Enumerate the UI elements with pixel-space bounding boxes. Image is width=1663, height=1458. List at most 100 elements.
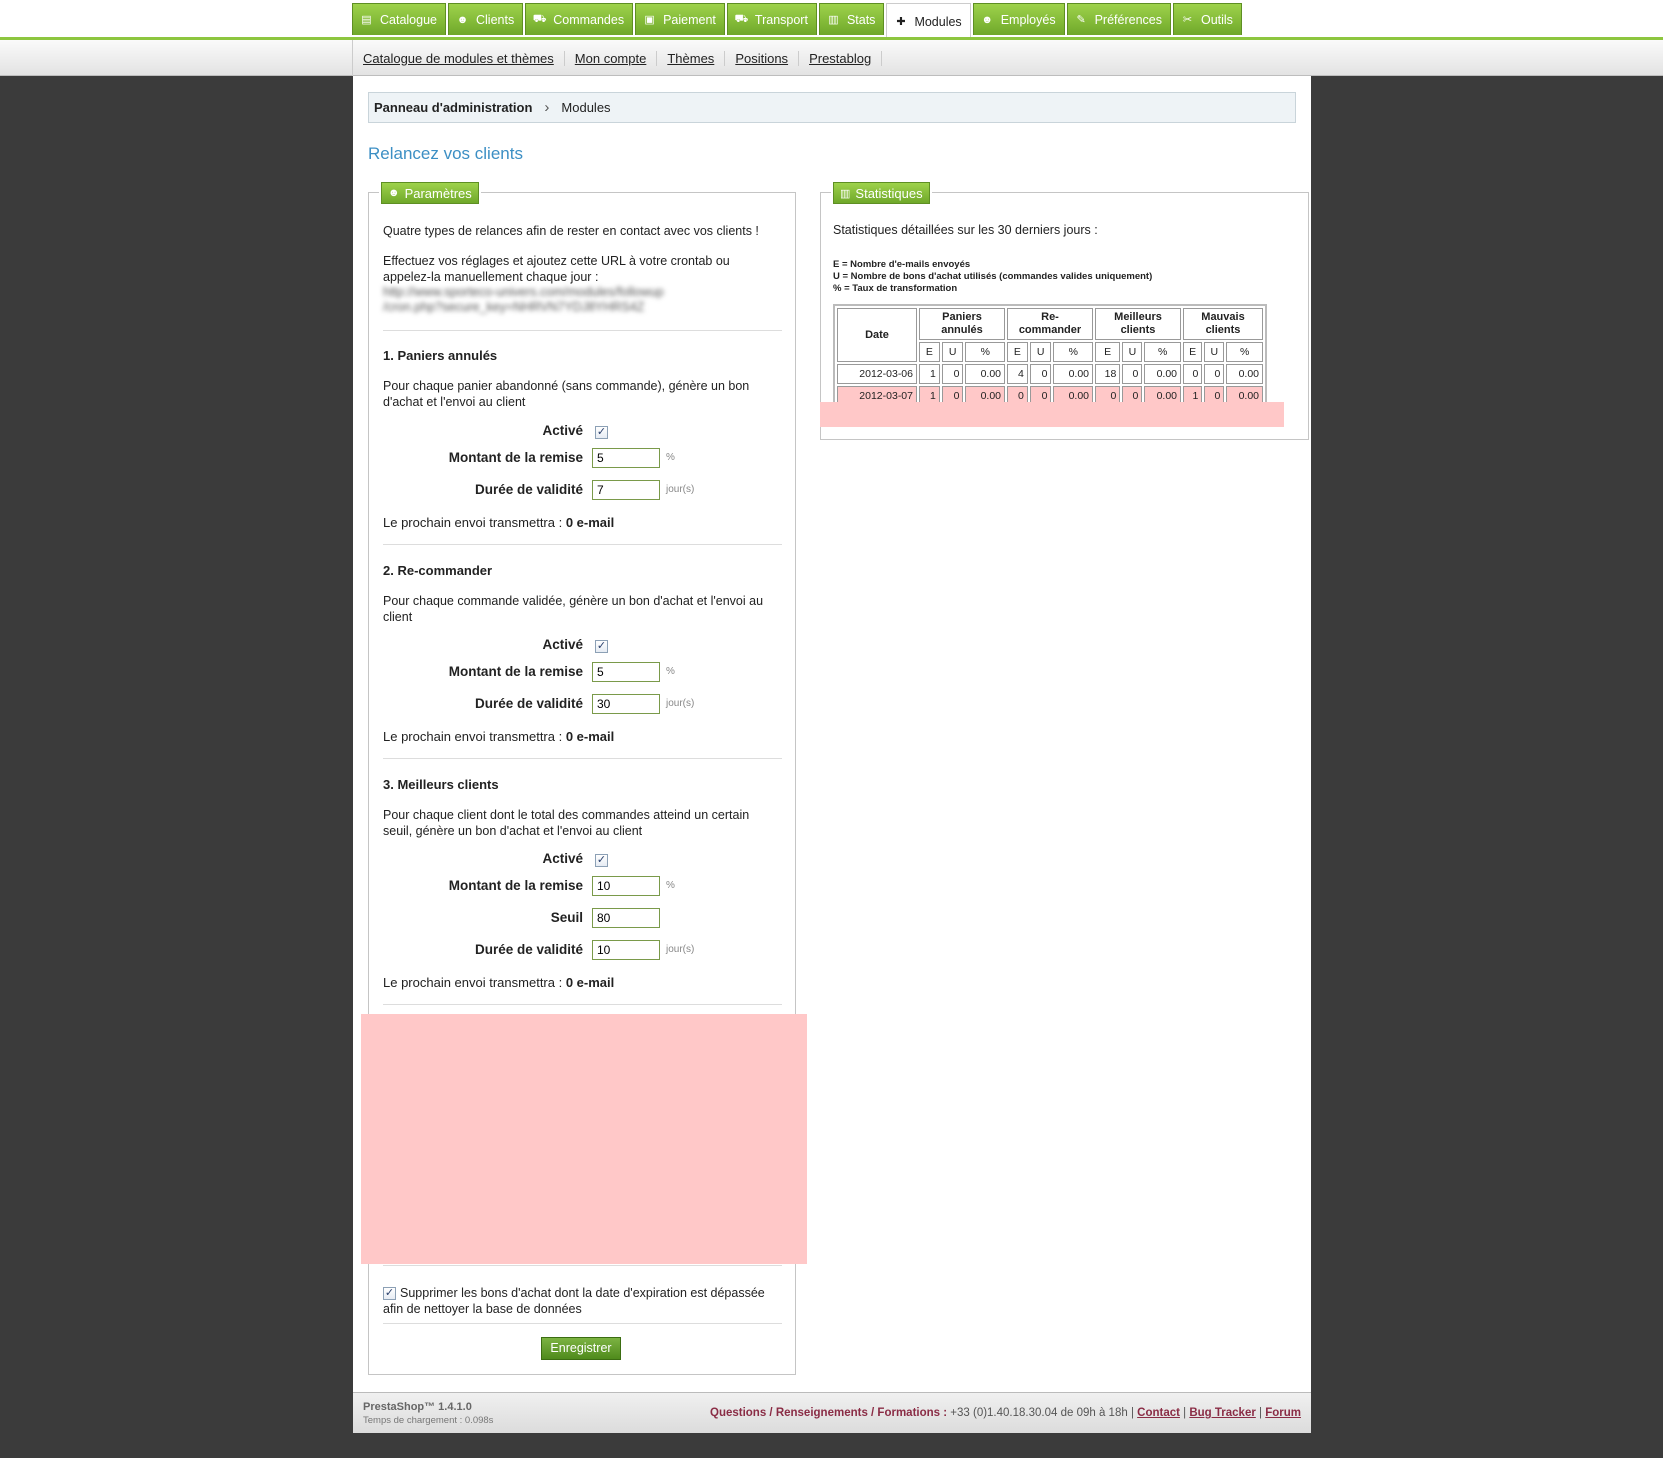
sublink-4[interactable]: Prestablog — [799, 50, 883, 66]
statistics-intro: Statistiques détaillées sur les 30 derni… — [833, 223, 1098, 237]
active-checkbox-s2[interactable]: ✓ — [595, 640, 608, 653]
tab-label: Préférences — [1094, 12, 1162, 27]
divider — [383, 544, 782, 545]
footer-link-contact[interactable]: Contact — [1137, 1407, 1180, 1419]
tab-clients[interactable]: ☻ Clients — [448, 3, 524, 35]
parameters-legend: ☻ Paramètres — [381, 182, 479, 204]
sub-header: % — [1053, 342, 1093, 362]
section-desc-s2: Pour chaque commande validée, génère un … — [383, 594, 764, 624]
next-send-s1: Le prochain envoi transmettra : 0 e-mail — [383, 515, 614, 530]
group-header: Mauvais clients — [1183, 308, 1263, 340]
divider — [383, 330, 782, 331]
parameters-legend-label: Paramètres — [404, 185, 472, 201]
next-send-count: 0 e-mail — [565, 975, 615, 990]
validity-s2-input[interactable] — [592, 694, 660, 714]
breadcrumb-root[interactable]: Panneau d'administration — [374, 100, 532, 115]
validity-s1-input[interactable] — [592, 480, 660, 500]
table-cell: 0 — [1029, 364, 1052, 384]
table-cell: 0 — [1183, 364, 1203, 384]
active-checkbox-s1[interactable]: ✓ — [595, 426, 608, 439]
amount-s2-unit: % — [666, 666, 675, 677]
active-label-s1: Activé — [542, 423, 583, 438]
puzzle-icon: ✚ — [896, 16, 906, 28]
cleanup-label: Supprimer les bons d'achat dont la date … — [383, 1286, 765, 1316]
sub-header: E — [1095, 342, 1121, 362]
tab-label: Catalogue — [380, 12, 437, 27]
tab-label: Clients — [476, 12, 515, 27]
tab-commandes[interactable]: ⛟ Commandes — [525, 3, 634, 35]
group-header: Re-commander — [1007, 308, 1093, 340]
threshold-s3-input[interactable] — [592, 908, 660, 928]
highlight-section-annotation — [361, 1014, 807, 1264]
tab-stats[interactable]: ▥ Stats — [818, 3, 885, 35]
footer-link-forum[interactable]: Forum — [1265, 1407, 1301, 1419]
table-cell: 0.00 — [1144, 364, 1181, 384]
statistics-legend-label: Statistiques — [855, 185, 923, 201]
validity-s2-unit: jour(s) — [666, 698, 695, 709]
statistics-table: Date Paniers annulés Re-commander Meilleurs… — [833, 304, 1267, 410]
sublink-3[interactable]: Positions — [725, 50, 800, 66]
employee-icon: ☻ — [981, 13, 993, 26]
table-cell: 0 — [1122, 364, 1143, 384]
validity-s3-unit: jour(s) — [666, 944, 695, 955]
footer-hours: de 09h à 18h — [1060, 1407, 1128, 1419]
tab-paiement[interactable]: ▣ Paiement — [635, 3, 725, 35]
sub-header: E — [1183, 342, 1203, 362]
sub-header: U — [1029, 342, 1052, 362]
validity-s3-input[interactable] — [592, 940, 660, 960]
sublink-2[interactable]: Thèmes — [657, 50, 726, 66]
footer-link-bug-tracker[interactable]: Bug Tracker — [1189, 1407, 1255, 1419]
user-settings-icon: ☻ — [388, 187, 400, 199]
amount-s1-input[interactable] — [592, 448, 660, 468]
sub-navigation-links: Catalogue de modules et thèmes Mon compte… — [352, 40, 883, 76]
table-cell: 0 — [941, 364, 964, 384]
tab-label: Outils — [1200, 12, 1233, 27]
date-header: Date — [837, 308, 917, 362]
active-checkbox-s3[interactable]: ✓ — [595, 854, 608, 867]
validity-s1-label: Durée de validité — [474, 482, 583, 497]
footer-questions: Questions / Renseignements / Formations … — [710, 1407, 948, 1419]
next-send-s2: Le prochain envoi transmettra : 0 e-mail — [383, 729, 614, 744]
group-header: Meilleurs clients — [1095, 308, 1181, 340]
amount-s2-label: Montant de la remise — [448, 664, 583, 679]
catalog-icon: ▤ — [361, 14, 372, 26]
divider — [383, 758, 782, 759]
customer-icon: ☻ — [456, 13, 469, 26]
next-send-label: Le prochain envoi transmettra : — [383, 975, 563, 990]
tab-employes[interactable]: ☻ Employés — [972, 3, 1065, 35]
footer-contact: Questions / Renseignements / Formations … — [710, 1407, 1301, 1419]
sub-header: % — [1226, 342, 1263, 362]
highlight-row-annotation — [820, 402, 1284, 427]
divider — [383, 1004, 782, 1005]
section-desc-s3: Pour chaque client dont le total des com… — [383, 808, 750, 838]
tab-catalogue[interactable]: ▤ Catalogue — [352, 3, 446, 35]
sub-header: % — [965, 342, 1005, 362]
table-row: 2012-03-06 1 0 0.00 4 0 0.00 18 0 0.00 0 0 0.00 — [837, 364, 1263, 384]
next-send-count: 0 e-mail — [565, 515, 615, 530]
breadcrumb: Panneau d'administration › Modules — [368, 92, 1296, 123]
preferences-icon: ✎ — [1076, 14, 1086, 26]
sub-header: U — [941, 342, 964, 362]
save-button[interactable]: Enregistrer — [541, 1337, 621, 1360]
next-send-label: Le prochain envoi transmettra : — [383, 515, 563, 530]
truck-icon: ⛟ — [734, 12, 749, 25]
table-cell: 18 — [1095, 364, 1121, 384]
tab-outils[interactable]: ✂ Outils — [1172, 3, 1242, 35]
table-cell: 0.00 — [965, 364, 1005, 384]
tab-preferences[interactable]: ✎ Préférences — [1066, 3, 1171, 35]
tab-transport[interactable]: ⛟ Transport — [726, 3, 817, 35]
amount-s2-input[interactable] — [592, 662, 660, 682]
chevron-right-icon: › — [544, 99, 550, 116]
amount-s3-input[interactable] — [592, 876, 660, 896]
stats-icon: ▥ — [828, 14, 839, 26]
group-header: Paniers annulés — [919, 308, 1005, 340]
main-tabs: ▤ Catalogue ☻ Clients ⛟ Commandes ▣ Paiement ⛟ Tr… — [352, 3, 1244, 39]
tab-modules[interactable]: ✚ Modules — [886, 3, 971, 39]
intro-text: Quatre types de relances afin de rester … — [383, 224, 759, 238]
sublink-1[interactable]: Mon compte — [565, 50, 658, 66]
table-cell: 1 — [919, 364, 940, 384]
sublink-0[interactable]: Catalogue de modules et thèmes — [353, 50, 565, 66]
tab-label: Stats — [846, 12, 876, 27]
divider — [383, 1323, 782, 1324]
page-title: Relancez vos clients — [368, 144, 523, 163]
